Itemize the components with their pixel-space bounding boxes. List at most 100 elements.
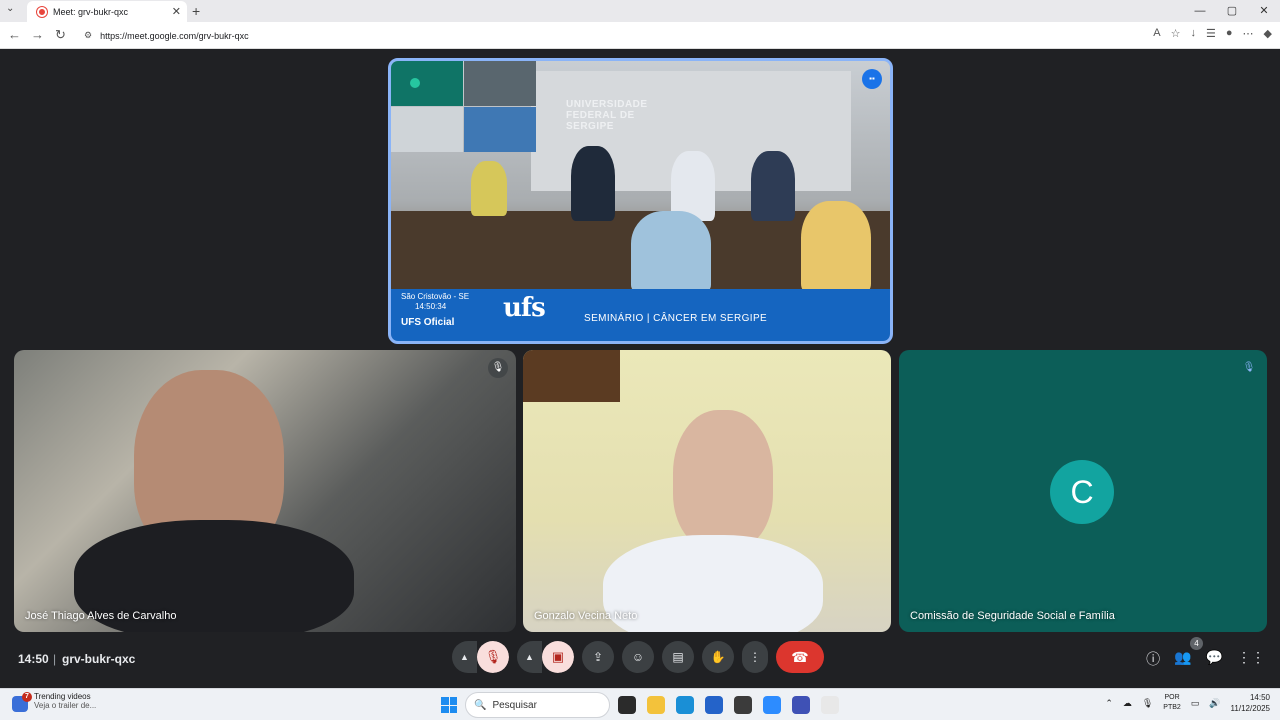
- file-explorer-icon[interactable]: [647, 696, 665, 714]
- captions-button[interactable]: ▤: [662, 641, 694, 673]
- browser-tab-bar: ⌄ Meet: grv-bukr-qxc ✕ + — ▢ ✕: [0, 0, 1280, 22]
- panelist-figure: [471, 161, 507, 216]
- participant-name: José Thiago Alves de Carvalho: [25, 610, 177, 622]
- search-placeholder: Pesquisar: [492, 699, 537, 711]
- audience-figure: [631, 211, 711, 293]
- language-indicator[interactable]: POR PTB2: [1163, 693, 1181, 713]
- browser-toolbar-icons: A ☆ ↓ ☰ ● ⋯ ◆: [1153, 27, 1272, 40]
- video-options-chevron-icon[interactable]: ▲: [517, 641, 542, 673]
- present-screen-button[interactable]: ⇪: [582, 641, 614, 673]
- start-menu-icon[interactable]: [441, 697, 457, 713]
- inset-thumb-person: [464, 61, 536, 106]
- url-field[interactable]: ⚙ https://meet.google.com/grv-bukr-qxc: [78, 25, 1178, 46]
- participant-tile[interactable]: Gonzalo Vecina Neto: [523, 350, 891, 632]
- close-window-button[interactable]: ✕: [1248, 0, 1280, 22]
- profile-icon[interactable]: ●: [1226, 27, 1233, 40]
- task-view-icon[interactable]: [618, 696, 636, 714]
- favorite-star-icon[interactable]: ☆: [1171, 27, 1181, 40]
- tray-chevron-icon[interactable]: ⌃: [1105, 698, 1113, 709]
- reload-icon[interactable]: ↻: [55, 27, 66, 43]
- volume-icon[interactable]: 🔊: [1209, 698, 1220, 709]
- meet-stage: UNIVERSIDADE FEDERAL DE SERGIPE ▪▪ São C…: [3, 49, 1277, 687]
- search-icon: 🔍: [474, 699, 487, 711]
- copilot-icon[interactable]: ◆: [1264, 27, 1272, 40]
- edge-icon[interactable]: [676, 696, 694, 714]
- raise-hand-button[interactable]: ✋: [702, 641, 734, 673]
- tab-title: Meet: grv-bukr-qxc: [53, 6, 129, 17]
- snipping-tool-icon[interactable]: [821, 696, 839, 714]
- tab-list-chevron-icon[interactable]: ⌄: [6, 3, 14, 14]
- mic-control: ▲ 🎙: [452, 641, 509, 673]
- pinned-apps: [618, 696, 839, 714]
- download-icon[interactable]: ↓: [1191, 27, 1197, 40]
- zoom-icon[interactable]: [763, 696, 781, 714]
- meeting-info-icon[interactable]: ⓘ: [1146, 649, 1160, 669]
- display-icon[interactable]: ▭: [1191, 698, 1200, 709]
- system-clock[interactable]: 14:50 11/12/2025: [1231, 692, 1270, 714]
- ufs-logo: ufs: [503, 293, 546, 323]
- meet-control-bar: 14:50 | grv-bukr-qxc ▲ 🎙 ▲ ▣ ⇪ ☺ ▤ ✋ ⋮ ☎…: [3, 637, 1277, 687]
- taskbar-search-box[interactable]: 🔍 Pesquisar: [465, 692, 610, 718]
- mic-off-icon: 🎙: [488, 358, 508, 378]
- call-controls: ▲ 🎙 ▲ ▣ ⇪ ☺ ▤ ✋ ⋮ ☎: [452, 641, 824, 673]
- camera-off-button[interactable]: ▣: [542, 641, 574, 673]
- separator: |: [53, 652, 57, 666]
- forward-arrow-icon[interactable]: →: [31, 27, 44, 42]
- audio-options-chevron-icon[interactable]: ▲: [452, 641, 477, 673]
- network-icon[interactable]: ☁: [1123, 698, 1132, 709]
- site-info-icon[interactable]: ⚙: [84, 30, 92, 41]
- widgets-button[interactable]: 7 Trending videos Veja o trailer de...: [12, 692, 96, 712]
- participant-tile[interactable]: 🎙 C Comissão de Seguridade Social e Famí…: [899, 350, 1267, 632]
- favorites-icon[interactable]: ☰: [1206, 27, 1216, 40]
- address-bar-row: ← → ↻ ⚙ https://meet.google.com/grv-bukr…: [0, 22, 1280, 49]
- browser-tab-meet[interactable]: Meet: grv-bukr-qxc ✕: [27, 1, 187, 22]
- people-icon[interactable]: 👥: [1174, 649, 1191, 669]
- inset-thumb-room: [464, 107, 536, 152]
- wall-lettering: UNIVERSIDADE FEDERAL DE SERGIPE: [566, 99, 648, 132]
- participant-name: Comissão de Seguridade Social e Família: [910, 610, 1115, 622]
- participant-avatar: C: [1050, 460, 1114, 524]
- banner-location: São Cristovão - SE 14:50:34: [401, 292, 470, 311]
- featured-video-tile[interactable]: UNIVERSIDADE FEDERAL DE SERGIPE ▪▪ São C…: [388, 58, 893, 344]
- widget-title: Trending videos: [34, 692, 91, 701]
- mic-icon[interactable]: 🎙: [1142, 698, 1153, 709]
- banner-seminar-title: SEMINÁRIO | CÂNCER EM SERGIPE: [584, 313, 768, 324]
- recording-dot-icon: [37, 6, 47, 17]
- more-options-button[interactable]: ⋮: [742, 641, 768, 673]
- emoji-reaction-button[interactable]: ☺: [622, 641, 654, 673]
- read-aloud-icon[interactable]: A: [1153, 27, 1160, 40]
- activities-icon[interactable]: ⋮⋮: [1237, 649, 1265, 669]
- more-menu-icon[interactable]: ⋯: [1243, 27, 1254, 40]
- close-tab-icon[interactable]: ✕: [172, 5, 181, 18]
- inset-thumb-avatar: [391, 61, 463, 106]
- widgets-icon: 7: [12, 692, 32, 712]
- speaking-indicator-icon: ▪▪: [862, 69, 882, 89]
- meeting-side-controls: ⓘ 👥 💬 ⋮⋮: [1146, 649, 1265, 669]
- participant-name: Gonzalo Vecina Neto: [534, 610, 638, 622]
- inset-thumbnails: [391, 61, 536, 153]
- broadcast-banner: São Cristovão - SE 14:50:34 UFS Oficial …: [391, 289, 890, 341]
- app-icon[interactable]: [792, 696, 810, 714]
- participant-tile[interactable]: 🎙 José Thiago Alves de Carvalho: [14, 350, 516, 632]
- camera-control: ▲ ▣: [517, 641, 574, 673]
- windows-taskbar: 7 Trending videos Veja o trailer de... 🔍…: [0, 688, 1280, 720]
- back-arrow-icon[interactable]: ←: [8, 27, 21, 42]
- wall-frame: [523, 350, 620, 402]
- new-tab-button[interactable]: +: [192, 3, 200, 19]
- mic-off-icon: 🎙: [1242, 362, 1256, 373]
- chat-icon[interactable]: 💬: [1206, 649, 1223, 669]
- minimize-button[interactable]: —: [1184, 0, 1216, 22]
- chrome-icon[interactable]: [734, 696, 752, 714]
- store-icon[interactable]: [705, 696, 723, 714]
- mic-off-button[interactable]: 🎙: [477, 641, 509, 673]
- banner-channel: UFS Oficial: [401, 317, 455, 328]
- audience-figure: [801, 201, 871, 293]
- thumb-dot-icon: [410, 78, 420, 88]
- meeting-code: grv-bukr-qxc: [62, 652, 136, 666]
- leave-call-button[interactable]: ☎: [776, 641, 824, 673]
- window-controls: — ▢ ✕: [1184, 0, 1280, 22]
- panelist-figure: [571, 146, 615, 221]
- maximize-button[interactable]: ▢: [1216, 0, 1248, 22]
- participant-count-badge: 4: [1190, 637, 1203, 650]
- participant-video: [673, 410, 773, 550]
